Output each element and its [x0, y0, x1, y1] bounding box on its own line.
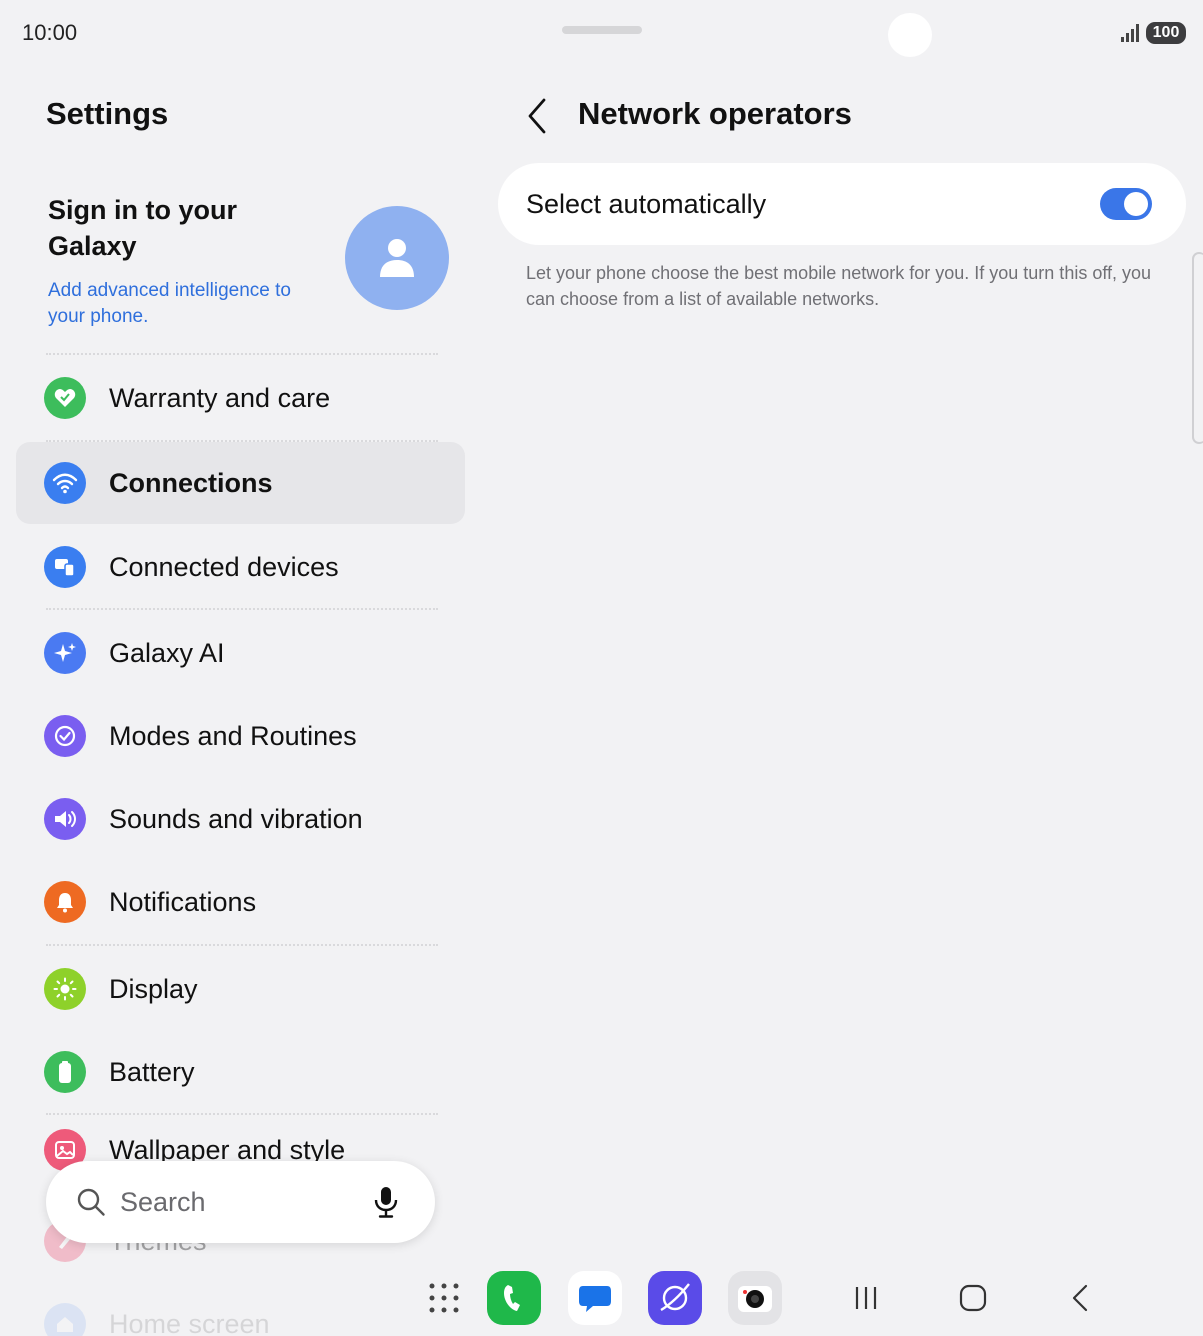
sidebar-item-label: Display — [109, 973, 198, 1004]
sidebar-item-label: Connections — [109, 467, 273, 498]
settings-title: Settings — [46, 96, 169, 131]
sparkle-icon — [44, 632, 86, 674]
select-automatically-row[interactable]: Select automatically — [498, 163, 1186, 245]
edge-panel-handle[interactable] — [1192, 252, 1203, 444]
person-icon — [380, 239, 414, 277]
battery-indicator: 100 — [1146, 22, 1186, 44]
sidebar-item-home-screen[interactable]: Home screen — [16, 1283, 465, 1336]
sidebar-item-label: Modes and Routines — [109, 720, 357, 751]
sidebar-item-sounds[interactable]: Sounds and vibration — [16, 778, 465, 860]
camera-cutout — [888, 13, 932, 57]
page-title: Network operators — [578, 96, 852, 131]
sidebar-item-label: Battery — [109, 1056, 195, 1087]
search-icon — [77, 1188, 105, 1216]
recent-apps-button[interactable] — [848, 1280, 884, 1316]
sidebar-item-label: Home screen — [109, 1308, 270, 1336]
sidebar-item-label: Warranty and care — [109, 382, 331, 413]
select-automatically-toggle[interactable] — [1100, 188, 1152, 220]
heart-shield-icon — [44, 377, 86, 419]
account-title: Sign in to your Galaxy — [48, 195, 237, 261]
sidebar-item-modes-routines[interactable]: Modes and Routines — [16, 695, 465, 777]
check-circle-icon — [44, 715, 86, 757]
sun-icon — [44, 968, 86, 1010]
wifi-icon — [44, 462, 86, 504]
divider — [46, 353, 438, 355]
sidebar-item-label: Sounds and vibration — [109, 803, 363, 834]
account-subtitle[interactable]: Add advanced intelligence to your phone. — [48, 278, 318, 330]
sidebar-item-connected-devices[interactable]: Connected devices — [16, 526, 465, 608]
account-signin[interactable]: Sign in to your Galaxy Add advanced inte… — [48, 192, 318, 330]
help-text: Let your phone choose the best mobile ne… — [526, 263, 1152, 309]
mic-icon[interactable] — [373, 1186, 399, 1218]
sidebar-item-label: Galaxy AI — [109, 637, 225, 668]
back-button[interactable] — [520, 96, 554, 136]
divider — [46, 608, 438, 610]
sidebar-item-connections[interactable]: Connections — [16, 442, 465, 524]
app-drawer-icon[interactable] — [428, 1282, 460, 1314]
search-input[interactable]: Search — [120, 1187, 373, 1218]
sidebar-item-warranty[interactable]: Warranty and care — [16, 357, 465, 439]
status-time: 10:00 — [22, 20, 78, 45]
avatar[interactable] — [345, 206, 449, 310]
speaker-icon — [44, 798, 86, 840]
sidebar-item-notifications[interactable]: Notifications — [16, 861, 465, 943]
devices-icon — [44, 546, 86, 588]
phone-app-icon[interactable] — [487, 1271, 541, 1325]
sidebar-item-galaxy-ai[interactable]: Galaxy AI — [16, 612, 465, 694]
sidebar-item-label: Connected devices — [109, 551, 339, 582]
divider — [46, 944, 438, 946]
home-button[interactable] — [955, 1280, 991, 1316]
select-automatically-label: Select automatically — [526, 188, 767, 219]
drag-handle — [562, 26, 642, 34]
nav-back-button[interactable] — [1062, 1280, 1098, 1316]
messages-app-icon[interactable] — [568, 1271, 622, 1325]
sidebar-item-battery[interactable]: Battery — [16, 1031, 465, 1113]
battery-icon — [44, 1051, 86, 1093]
signal-icon — [1121, 24, 1139, 42]
camera-app-icon[interactable] — [728, 1271, 782, 1325]
sidebar-item-label: Notifications — [109, 886, 257, 917]
bell-icon — [44, 881, 86, 923]
home-icon — [44, 1303, 86, 1336]
toggle-knob — [1124, 192, 1148, 216]
browser-app-icon[interactable] — [648, 1271, 702, 1325]
sidebar-item-display[interactable]: Display — [16, 948, 465, 1030]
search-bar[interactable]: Search — [46, 1161, 435, 1243]
